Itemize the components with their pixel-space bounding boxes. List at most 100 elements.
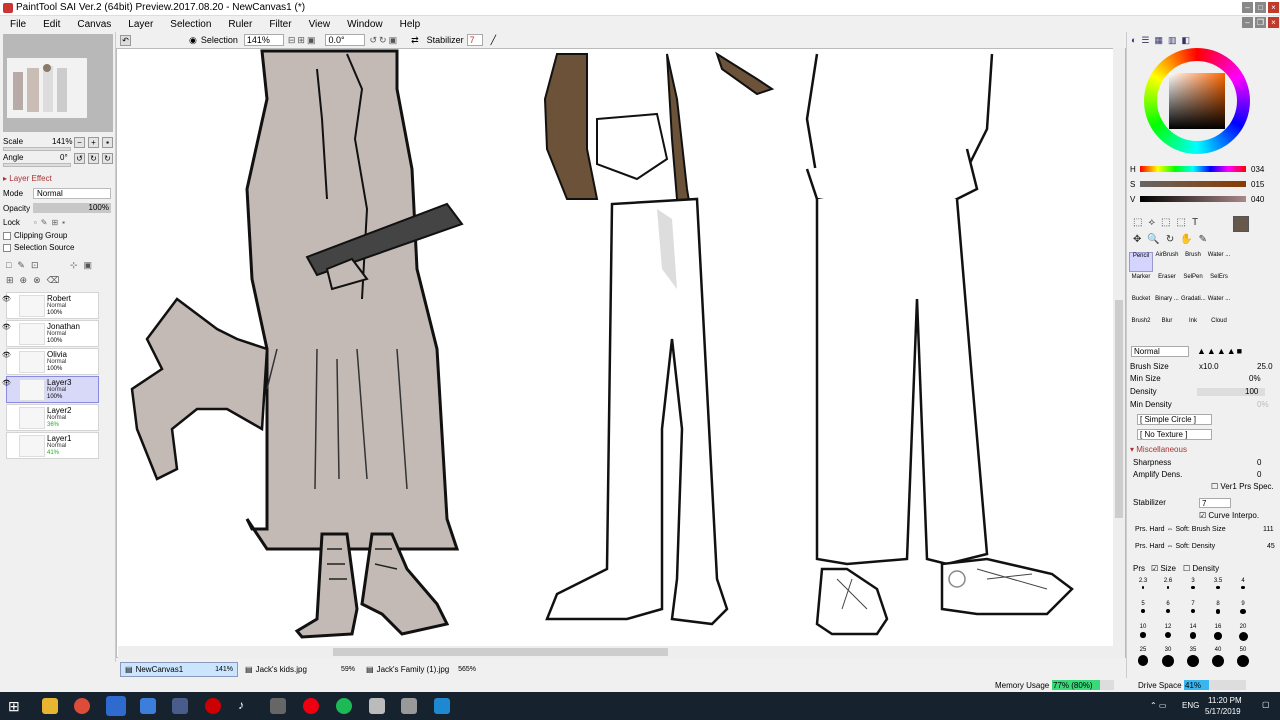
start-icon[interactable]: ⊞: [8, 698, 24, 714]
menu-view[interactable]: View: [309, 19, 331, 30]
vertical-scrollbar[interactable]: [1113, 48, 1125, 658]
clock-date[interactable]: 5/17/2019: [1205, 707, 1241, 716]
tool-marker[interactable]: Marker: [1129, 274, 1153, 294]
menu-layer[interactable]: Layer: [128, 19, 153, 30]
menu-file[interactable]: File: [10, 19, 26, 30]
brush-size-preset[interactable]: 6: [1156, 601, 1180, 623]
color-wheel[interactable]: [1144, 48, 1250, 154]
menu-window[interactable]: Window: [347, 19, 383, 30]
menu-edit[interactable]: Edit: [43, 19, 60, 30]
layer-toolbar-2[interactable]: ⊞⊕⊗⌫: [6, 275, 110, 289]
app-icon-spiral[interactable]: ♪: [238, 698, 254, 714]
brush-size-preset[interactable]: 3: [1181, 578, 1205, 600]
tool-bucket[interactable]: Bucket: [1129, 296, 1153, 316]
nav-tools-row[interactable]: ✥🔍↻✋✎: [1133, 234, 1213, 245]
curve-checkbox[interactable]: ☑ Curve Interpo.: [1199, 511, 1259, 520]
menu-filter[interactable]: Filter: [269, 19, 291, 30]
rotate-right-button[interactable]: ↻: [88, 153, 99, 164]
scale-slider[interactable]: [3, 147, 71, 151]
value-slider[interactable]: [1140, 196, 1246, 202]
navigator[interactable]: [3, 34, 113, 132]
app-icon-pen[interactable]: [401, 698, 417, 714]
color-mode-icons[interactable]: ◐☰▦▥◧: [1131, 35, 1195, 46]
eye-icon[interactable]: 👁: [2, 295, 11, 303]
eye-icon[interactable]: 👁: [2, 379, 11, 387]
view-icon[interactable]: ◉: [189, 35, 197, 46]
brush-size-preset[interactable]: 35: [1181, 647, 1205, 669]
rotate-reset-button[interactable]: ↻: [102, 153, 113, 164]
zoom-out-button[interactable]: −: [74, 137, 85, 148]
drawing-canvas[interactable]: [116, 48, 1126, 658]
menu-ruler[interactable]: Ruler: [228, 19, 252, 30]
brush-shape-select[interactable]: [ Simple Circle ]: [1137, 414, 1212, 425]
eye-icon[interactable]: 👁: [2, 351, 11, 359]
notification-icon[interactable]: ▢: [1262, 700, 1270, 709]
rotate-buttons[interactable]: ↺↻▣: [369, 35, 399, 46]
current-color-swatch[interactable]: [1233, 216, 1249, 232]
rotate-left-button[interactable]: ↺: [74, 153, 85, 164]
stabilizer-select[interactable]: 7: [466, 34, 483, 46]
maximize-button[interactable]: □: [1255, 2, 1266, 13]
close-button[interactable]: ×: [1268, 2, 1279, 13]
brush-size-preset[interactable]: 50: [1231, 647, 1255, 669]
layer-effect-header[interactable]: ▸ Layer Effect: [3, 173, 52, 184]
layer-row[interactable]: 👁 Robert Normal 100%: [2, 292, 99, 319]
clipping-checkbox[interactable]: [3, 231, 11, 240]
layer-toolbar-1[interactable]: □✎⊡ ⊹▣: [6, 260, 110, 274]
angle-select[interactable]: 0.0°: [325, 34, 366, 46]
ver1-checkbox[interactable]: ☐ Ver1 Prs Spec.: [1211, 482, 1274, 491]
eye-icon[interactable]: 👁: [2, 323, 11, 331]
zoom-reset-button[interactable]: ▪: [102, 137, 113, 148]
tool-airbrush[interactable]: AirBrush: [1155, 252, 1179, 272]
tool-water2[interactable]: Water ...: [1207, 296, 1231, 316]
tool-eraser[interactable]: Eraser: [1155, 274, 1179, 294]
hue-slider[interactable]: [1140, 166, 1246, 172]
brush-size-preset[interactable]: 14: [1181, 624, 1205, 646]
amplify-value[interactable]: 0: [1257, 470, 1261, 479]
prs-size-value[interactable]: 111: [1263, 526, 1274, 533]
eye-icon[interactable]: [2, 435, 10, 441]
brush-size-preset[interactable]: 9: [1231, 601, 1255, 623]
selection-source-checkbox[interactable]: [3, 243, 11, 252]
selection-tools-row[interactable]: ⬚⟡⬚⬚T: [1133, 217, 1204, 228]
tool-pencil[interactable]: Pencil: [1129, 252, 1153, 272]
brush-size-preset[interactable]: 16: [1206, 624, 1230, 646]
clock-time[interactable]: 11:20 PM: [1208, 696, 1242, 705]
brush-size-preset[interactable]: 5: [1131, 601, 1155, 623]
selection-source-row[interactable]: Selection Source: [3, 242, 74, 253]
zoom-select[interactable]: 141%: [243, 34, 284, 46]
layer-row[interactable]: 👁 Olivia Normal 100%: [2, 348, 99, 375]
horizontal-scrollbar[interactable]: [118, 646, 1114, 658]
tool-blur[interactable]: Blur: [1155, 318, 1179, 338]
brush-shape-icons[interactable]: ▲▲▲▲■: [1197, 346, 1243, 356]
opacity-slider[interactable]: 100%: [33, 203, 111, 213]
obs-icon[interactable]: [205, 698, 221, 714]
menu-canvas[interactable]: Canvas: [77, 19, 111, 30]
brush-size-preset[interactable]: 2.3: [1131, 578, 1155, 600]
layer-row[interactable]: Layer2 Normal 36%: [6, 404, 99, 431]
zoom-in-button[interactable]: +: [88, 137, 99, 148]
menu-help[interactable]: Help: [400, 19, 421, 30]
tool-ink[interactable]: Ink: [1181, 318, 1205, 338]
tool-brush2[interactable]: Brush2: [1129, 318, 1153, 338]
sharpness-value[interactable]: 0: [1257, 458, 1261, 467]
brush-blend-select[interactable]: Normal: [1131, 346, 1189, 357]
doc-restore-button[interactable]: ❐: [1255, 17, 1266, 28]
doc-close-button[interactable]: ×: [1268, 17, 1279, 28]
min-density-value[interactable]: 0%: [1257, 400, 1269, 409]
steam-icon[interactable]: [434, 698, 450, 714]
eye-icon[interactable]: [2, 407, 10, 413]
app-icon-box[interactable]: [369, 698, 385, 714]
clipping-group-row[interactable]: Clipping Group: [3, 230, 67, 241]
heart-icon[interactable]: [303, 698, 319, 714]
prs-density-value[interactable]: 45: [1267, 543, 1275, 550]
brush-size-preset[interactable]: 30: [1156, 647, 1180, 669]
brush-texture-select[interactable]: [ No Texture ]: [1137, 429, 1212, 440]
blend-mode-select[interactable]: Normal: [33, 188, 111, 199]
tool-binary[interactable]: Binary ...: [1155, 296, 1179, 316]
tool-selpen[interactable]: SelPen: [1181, 274, 1205, 294]
app-icon-animal[interactable]: [270, 698, 286, 714]
brush-size-preset[interactable]: 20: [1231, 624, 1255, 646]
brush-size-preset[interactable]: 8: [1206, 601, 1230, 623]
brush-size-value[interactable]: 25.0: [1257, 362, 1273, 371]
